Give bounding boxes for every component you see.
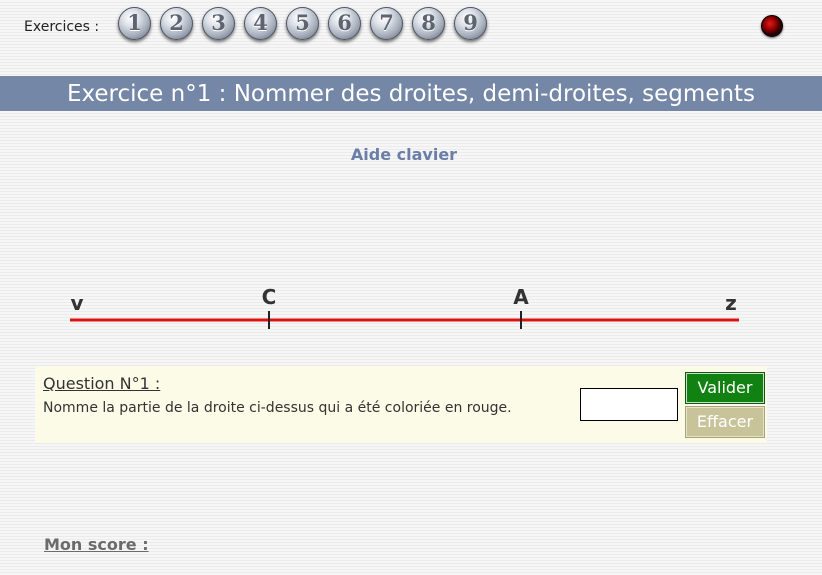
exercise-button-8[interactable]: 8 (412, 7, 445, 40)
keyboard-help-link[interactable]: Aide clavier (0, 145, 808, 164)
exercise-button-9[interactable]: 9 (454, 7, 487, 40)
line-figure: v C A z (70, 285, 739, 329)
exercise-button-3[interactable]: 3 (202, 7, 235, 40)
record-icon[interactable] (761, 15, 783, 37)
exercise-button-4[interactable]: 4 (244, 7, 277, 40)
answer-input[interactable] (580, 388, 678, 421)
effacer-button[interactable]: Effacer (685, 406, 765, 438)
valider-button[interactable]: Valider (685, 372, 765, 404)
point-label-c: C (262, 285, 277, 309)
point-label-v: v (70, 291, 83, 315)
exercise-button-7[interactable]: 7 (370, 7, 403, 40)
score-label: Mon score : (44, 535, 149, 554)
question-text: Nomme la partie de la droite ci-dessus q… (43, 400, 512, 416)
question-title: Question N°1 : (43, 374, 161, 393)
question-panel: Question N°1 : Nomme la partie de la dro… (35, 366, 767, 443)
point-label-a: A (513, 285, 529, 309)
exercise-button-5[interactable]: 5 (286, 7, 319, 40)
exercises-label: Exercices : (24, 19, 100, 35)
exercise-button-2[interactable]: 2 (160, 7, 193, 40)
top-toolbar: Exercices : 1 2 3 4 5 6 7 8 9 (0, 0, 822, 50)
point-label-z: z (725, 291, 737, 315)
exercise-button-1[interactable]: 1 (118, 7, 151, 40)
exercise-button-6[interactable]: 6 (328, 7, 361, 40)
exercise-title: Exercice n°1 : Nommer des droites, demi-… (0, 76, 822, 111)
